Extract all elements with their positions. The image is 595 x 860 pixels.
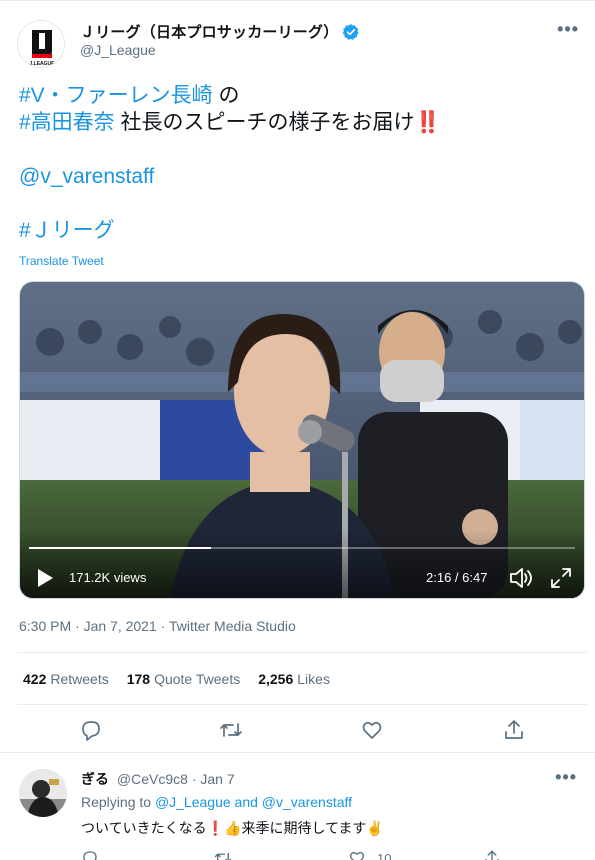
tweet-line xyxy=(19,190,579,217)
volume-icon[interactable] xyxy=(509,567,533,589)
divider xyxy=(0,752,595,753)
video-time: 2:16 / 6:47 xyxy=(426,570,488,585)
stat-count: 422 xyxy=(23,671,47,687)
tweet-text-span: 社長のスピーチの様子をお届け‼️ xyxy=(114,111,441,134)
hashtag-link[interactable]: #V・ファーレン長崎 xyxy=(19,84,213,107)
video-views: 171.2K views xyxy=(69,570,147,585)
reply-actions: 10 xyxy=(81,849,581,860)
retweet-icon[interactable] xyxy=(214,849,232,860)
like-icon[interactable] xyxy=(348,849,366,860)
tweet-line: #Ｊリーグ xyxy=(19,217,579,244)
video-progress-track[interactable] xyxy=(29,547,575,549)
reply-avatar[interactable] xyxy=(19,769,67,817)
reply-name-row[interactable]: ぎる @CeVc9c8 · Jan 7 xyxy=(81,769,235,789)
hashtag-link[interactable]: #Ｊリーグ xyxy=(19,219,115,242)
stat-label: Retweets xyxy=(50,671,109,687)
tweet-line xyxy=(19,136,579,163)
replying-user-link[interactable]: @v_varenstaff xyxy=(262,794,352,810)
stat-label: Quote Tweets xyxy=(154,671,241,687)
tweet-line: #高田春奈 社長のスピーチの様子をお届け‼️ xyxy=(19,109,579,136)
divider xyxy=(17,652,587,653)
mention-link[interactable]: @v_varenstaff xyxy=(19,165,154,188)
reply-handle[interactable]: @CeVc9c8 xyxy=(117,771,188,787)
logo-text: J.LEAGUE xyxy=(29,61,55,67)
account-name[interactable]: Ｊリーグ（日本プロサッカーリーグ） xyxy=(80,21,338,42)
translate-tweet-link[interactable]: Translate Tweet xyxy=(19,254,104,268)
stat-count: 178 xyxy=(126,671,151,687)
replying-and[interactable]: and xyxy=(235,794,258,810)
tweet-line: @v_varenstaff xyxy=(19,163,579,190)
tweet-stats: 422 Retweets 178 Quote Tweets 2,256 Likes xyxy=(23,671,330,687)
tweet-text: #V・ファーレン長崎 の #高田春奈 社長のスピーチの様子をお届け‼️ @v_var… xyxy=(19,82,579,244)
replying-user-link[interactable]: @J_League xyxy=(155,794,231,810)
video-progress-fill xyxy=(29,547,212,549)
jleague-avatar[interactable]: J.LEAGUE xyxy=(17,20,65,68)
video-player[interactable]: 171.2K views 2:16 / 6:47 xyxy=(19,281,585,599)
stat-label: Likes xyxy=(297,671,330,687)
hashtag-link[interactable]: #高田春奈 xyxy=(19,111,115,134)
divider xyxy=(17,704,587,705)
more-options-icon[interactable]: ••• xyxy=(557,19,579,40)
top-divider xyxy=(0,0,595,1)
tweet-line: #V・ファーレン長崎 の xyxy=(19,82,579,109)
account-handle[interactable]: @J_League xyxy=(80,42,156,58)
stat-retweets[interactable]: 422 Retweets xyxy=(23,671,109,687)
reply-more-options-icon[interactable]: ••• xyxy=(555,767,577,788)
tweet-timestamp[interactable]: 6:30 PM · Jan 7, 2021 · Twitter Media St… xyxy=(19,618,296,634)
tweet-text-span: の xyxy=(212,84,240,107)
reply-icon[interactable] xyxy=(79,718,103,742)
stat-quote-tweets[interactable]: 178 Quote Tweets xyxy=(127,671,241,687)
play-icon[interactable] xyxy=(36,568,54,588)
tweet-actions xyxy=(17,712,587,748)
reply-date[interactable]: Jan 7 xyxy=(200,771,234,787)
replying-prefix: Replying to xyxy=(81,794,152,810)
tweet-header: J.LEAGUE Ｊリーグ（日本プロサッカーリーグ） @J_League ••• xyxy=(17,18,587,68)
share-icon[interactable] xyxy=(483,849,501,860)
reply-name[interactable]: ぎる xyxy=(81,771,109,787)
replying-to: Replying to @J_League and @v_varenstaff xyxy=(81,794,352,810)
verified-badge-icon xyxy=(343,23,360,40)
reply-like-count: 10 xyxy=(377,851,392,860)
stat-count: 2,256 xyxy=(258,671,294,687)
stat-likes[interactable]: 2,256 Likes xyxy=(258,671,330,687)
reply-dot: · xyxy=(191,771,197,787)
reply-tweet[interactable]: ぎる @CeVc9c8 · Jan 7 ••• Replying to @J_L… xyxy=(0,755,595,860)
video-frame xyxy=(20,282,584,598)
reply-icon[interactable] xyxy=(81,849,99,860)
fullscreen-icon[interactable] xyxy=(550,567,572,589)
share-icon[interactable] xyxy=(502,718,526,742)
like-icon[interactable] xyxy=(360,718,384,742)
reply-text: ついていきたくなる❗👍来季に期待してます✌️ xyxy=(81,820,384,836)
account-name-row[interactable]: Ｊリーグ（日本プロサッカーリーグ） xyxy=(80,21,360,42)
retweet-icon[interactable] xyxy=(219,718,243,742)
